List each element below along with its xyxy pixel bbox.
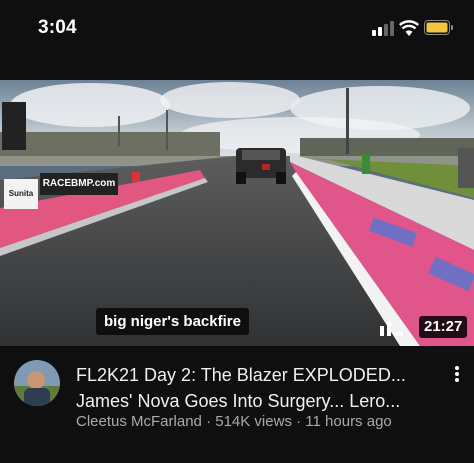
video-title-line-1: FL2K21 Day 2: The Blazer EXPLODED... bbox=[76, 365, 406, 385]
video-metadata: Cleetus McFarland · 514K views · 11 hour… bbox=[76, 413, 392, 430]
view-count: 514K views bbox=[215, 413, 292, 430]
video-title-line-2: James' Nova Goes Into Surgery... Lero... bbox=[76, 391, 401, 411]
video-title[interactable]: FL2K21 Day 2: The Blazer EXPLODED... Jam… bbox=[76, 362, 436, 414]
sponsor-sign: Sunita bbox=[8, 189, 34, 198]
racebmp-watermark: RACEBMP.com bbox=[42, 178, 116, 189]
video-frame-image bbox=[0, 80, 474, 346]
channel-name[interactable]: Cleetus McFarland bbox=[76, 413, 202, 430]
avatar-image bbox=[14, 360, 60, 406]
status-time: 3:04 bbox=[38, 17, 77, 38]
cellular-signal-icon bbox=[372, 20, 394, 36]
video-thumbnail[interactable]: RACEBMP.com Sunita bbox=[0, 80, 474, 346]
duration-badge: 21:27 bbox=[419, 316, 468, 338]
video-caption: big niger's backfire bbox=[96, 308, 249, 335]
status-bar: 3:04 bbox=[0, 0, 474, 60]
bar-chart-icon bbox=[380, 322, 403, 336]
battery-icon bbox=[424, 20, 453, 35]
separator: · bbox=[296, 413, 302, 430]
wifi-icon bbox=[399, 20, 419, 36]
upload-age: 11 hours ago bbox=[305, 413, 392, 430]
separator: · bbox=[206, 413, 212, 430]
channel-avatar[interactable] bbox=[14, 360, 60, 406]
more-vert-icon[interactable] bbox=[448, 364, 466, 386]
